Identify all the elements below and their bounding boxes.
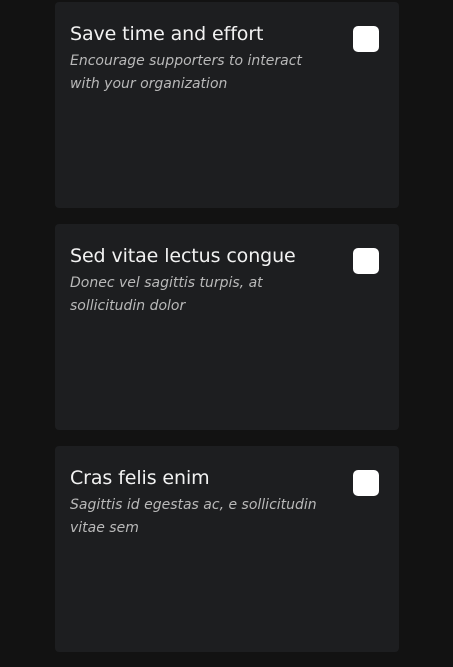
card-checkbox[interactable] [353, 470, 379, 496]
card-title: Sed vitae lectus congue [70, 245, 296, 267]
card-description: Donec vel sagittis turpis, at sollicitud… [70, 275, 263, 314]
card-description: Encourage supporters to interact with yo… [70, 53, 302, 92]
card-checkbox[interactable] [353, 26, 379, 52]
card-description: Sagittis id egestas ac, e sollicitudin v… [70, 497, 317, 536]
option-card[interactable]: Sed vitae lectus congue Donec vel sagitt… [55, 224, 399, 430]
card-title: Save time and effort [70, 23, 264, 45]
option-card[interactable]: Save time and effort Encourage supporter… [55, 2, 399, 208]
card-checkbox[interactable] [353, 248, 379, 274]
option-card[interactable]: Cras felis enim Sagittis id egestas ac, … [55, 446, 399, 652]
card-title: Cras felis enim [70, 467, 210, 489]
